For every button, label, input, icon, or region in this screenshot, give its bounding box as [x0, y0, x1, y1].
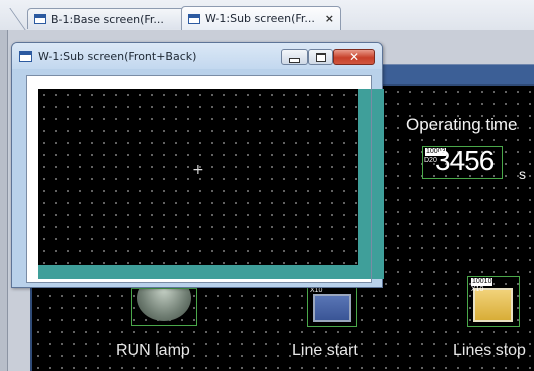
run-lamp-label[interactable]: RUN lamp	[116, 342, 190, 360]
button-face	[473, 288, 513, 322]
lines-stop-button[interactable]: 10010 X10	[467, 276, 520, 327]
lines-stop-label[interactable]: Lines stop	[453, 342, 526, 360]
maximize-icon	[315, 52, 326, 62]
window-title: W-1:Sub screen(Front+Back)	[38, 50, 197, 63]
close-button[interactable]: ✕	[333, 49, 375, 65]
lamp-icon	[137, 289, 191, 321]
window-titlebar[interactable]: W-1:Sub screen(Front+Back) ✕	[12, 43, 382, 69]
window-icon	[19, 51, 32, 62]
device-id: X10	[471, 286, 484, 293]
device-tag: X10	[310, 287, 323, 294]
tab-label: B-1:Base screen(Fr...	[51, 12, 164, 26]
line-start-label[interactable]: Line start	[292, 342, 358, 360]
document-tab-strip: B-1:Base screen(Fr... × W-1:Sub screen(F…	[0, 0, 534, 31]
close-icon: ✕	[348, 50, 360, 64]
crosshair-icon: +	[192, 162, 204, 178]
tab-label: W-1:Sub screen(Fr...	[205, 12, 315, 25]
close-icon[interactable]: ×	[325, 12, 334, 25]
line-start-button[interactable]: X10	[307, 287, 357, 327]
window-icon	[188, 13, 200, 24]
button-face	[313, 294, 351, 322]
numeric-display[interactable]: 10003 D20 3456	[422, 145, 503, 179]
sub-screen-window[interactable]: W-1:Sub screen(Front+Back) ✕ +	[11, 42, 384, 288]
numeric-value: 3456	[435, 145, 494, 176]
maximize-button[interactable]	[308, 49, 333, 65]
window-icon	[34, 14, 46, 24]
minimize-icon	[289, 57, 300, 63]
minimize-button[interactable]	[281, 49, 308, 65]
device-tag: 10010	[471, 278, 493, 286]
tab-sub-screen[interactable]: W-1:Sub screen(Fr... ×	[181, 6, 341, 30]
operating-time-label[interactable]: Operating time	[406, 115, 518, 135]
left-ruler	[0, 30, 8, 371]
tab-base-screen[interactable]: B-1:Base screen(Fr... ×	[27, 8, 196, 29]
unit-label[interactable]: s	[519, 166, 526, 182]
run-lamp[interactable]	[131, 288, 197, 326]
